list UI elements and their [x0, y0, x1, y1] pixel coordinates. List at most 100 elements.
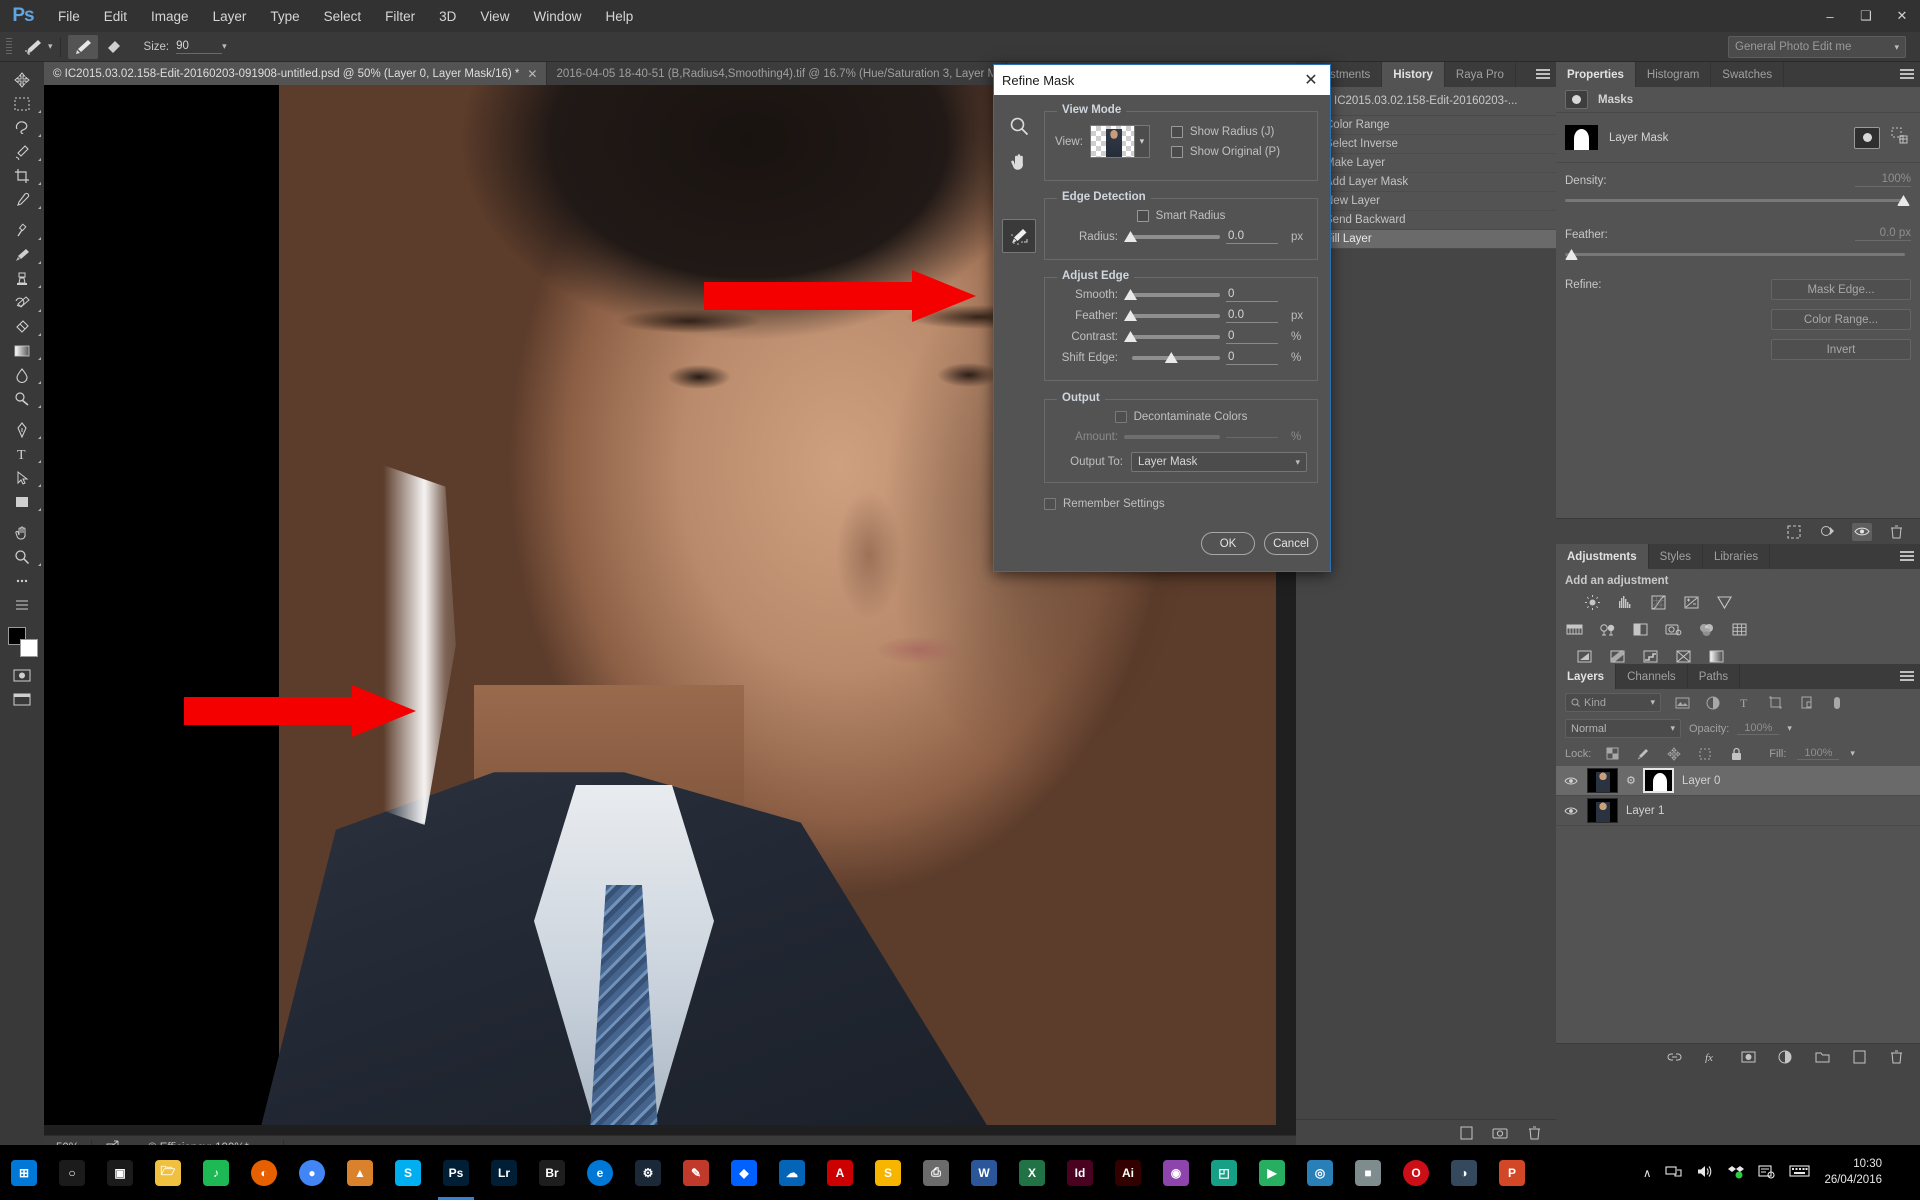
pixel-mask-button[interactable]: [1854, 126, 1880, 149]
radius-slider[interactable]: [1124, 231, 1220, 243]
toggle-mask-visibility-icon[interactable]: [1852, 522, 1872, 541]
load-selection-from-mask-icon[interactable]: [1784, 523, 1804, 541]
curves-icon[interactable]: [1649, 594, 1668, 611]
link-layers-icon[interactable]: [1664, 1048, 1684, 1066]
tab-styles[interactable]: Styles: [1649, 544, 1703, 569]
steam-icon[interactable]: ⚙: [624, 1145, 672, 1200]
fill-value[interactable]: 100%: [1797, 747, 1840, 760]
task-view-icon[interactable]: ▣: [96, 1145, 144, 1200]
dialog-zoom-tool[interactable]: [1002, 109, 1036, 143]
smart-object-filter-icon[interactable]: [1796, 694, 1816, 712]
layer-mask-link-icon[interactable]: ⚙: [1626, 774, 1636, 787]
gradient-tool[interactable]: [0, 339, 44, 363]
brush-size-chevron-icon[interactable]: ▾: [222, 41, 227, 52]
dialog-refine-radius-brush-tool[interactable]: [1002, 219, 1036, 253]
refine-button-invert[interactable]: Invert: [1771, 339, 1911, 360]
document-tab-0[interactable]: © IC2015.03.02.158-Edit-20160203-091908-…: [44, 62, 548, 85]
pen-tool[interactable]: [0, 418, 44, 442]
filter-toggle-icon[interactable]: [1827, 694, 1847, 712]
adjust-edge-value[interactable]: 0: [1226, 330, 1278, 344]
delete-history-state-icon[interactable]: [1524, 1124, 1544, 1142]
decontaminate-colors-checkbox[interactable]: [1114, 411, 1127, 423]
cancel-button[interactable]: Cancel: [1264, 532, 1318, 555]
workspace-preset-dropdown[interactable]: General Photo Edit me ▾: [1728, 36, 1906, 58]
adjustment-filter-icon[interactable]: [1703, 694, 1723, 712]
layer-filter-kind-dropdown[interactable]: Kind ▾: [1565, 693, 1661, 712]
brush-tool[interactable]: [0, 243, 44, 267]
menu-item-help[interactable]: Help: [593, 0, 645, 32]
history-brush-tool[interactable]: [0, 291, 44, 315]
clone-stamp-tool[interactable]: [0, 267, 44, 291]
remember-settings-row[interactable]: Remember Settings: [1044, 498, 1165, 510]
dialog-close-icon[interactable]: ✕: [1300, 70, 1322, 90]
posterize-icon[interactable]: [1608, 648, 1627, 665]
new-adjustment-layer-icon[interactable]: [1775, 1048, 1795, 1066]
decontaminate-colors-checkbox-row[interactable]: Decontaminate Colors: [1114, 411, 1247, 423]
delete-layer-icon[interactable]: [1886, 1048, 1906, 1066]
current-tool-icon[interactable]: [18, 35, 48, 59]
layer-row[interactable]: Layer 1: [1556, 796, 1920, 826]
tool-preset-chevron-icon[interactable]: ▾: [48, 41, 53, 52]
add-mask-icon[interactable]: [1738, 1048, 1758, 1066]
menu-item-view[interactable]: View: [468, 0, 521, 32]
illustrator-icon[interactable]: Ai: [1104, 1145, 1152, 1200]
refine-mask-dialog[interactable]: Refine Mask ✕ View Mode View: ▾ Show Rad…: [993, 64, 1331, 572]
word-icon[interactable]: W: [960, 1145, 1008, 1200]
history-state-row[interactable]: Color Range: [1296, 116, 1556, 135]
menu-item-window[interactable]: Window: [521, 0, 593, 32]
create-snapshot-icon[interactable]: [1490, 1124, 1510, 1142]
lock-artboard-icon[interactable]: [1695, 745, 1715, 763]
printer-icon[interactable]: ⎙: [912, 1145, 960, 1200]
screen-mode-button[interactable]: [0, 687, 44, 711]
layers-panel-menu-icon[interactable]: [1900, 671, 1914, 682]
show-original-checkbox-row[interactable]: Show Original (P): [1170, 145, 1280, 158]
color-swatches[interactable]: [0, 623, 44, 663]
layer-mask-row[interactable]: Layer Mask: [1556, 113, 1920, 163]
show-radius-checkbox-row[interactable]: Show Radius (J): [1170, 125, 1280, 138]
search-icon[interactable]: ○: [48, 1145, 96, 1200]
type-tool[interactable]: T: [0, 442, 44, 466]
blur-tool[interactable]: [0, 363, 44, 387]
indesign-icon[interactable]: Id: [1056, 1145, 1104, 1200]
tab-properties[interactable]: Properties: [1556, 62, 1636, 87]
adjust-edge-value[interactable]: 0: [1226, 351, 1278, 365]
tab-raya-pro[interactable]: Raya Pro: [1445, 62, 1516, 87]
menu-item-layer[interactable]: Layer: [201, 0, 259, 32]
apply-mask-icon[interactable]: [1818, 523, 1838, 541]
erase-refinements-button[interactable]: [98, 35, 128, 59]
maximize-button[interactable]: ❑: [1848, 0, 1884, 32]
app-icon-3[interactable]: ◎: [1296, 1145, 1344, 1200]
layer-visibility-icon[interactable]: [1562, 806, 1579, 816]
adjust-edge-slider[interactable]: [1124, 331, 1220, 343]
lightroom-icon[interactable]: Lr: [480, 1145, 528, 1200]
menu-item-filter[interactable]: Filter: [373, 0, 427, 32]
density-control[interactable]: Density: 100%: [1556, 163, 1920, 211]
lock-transparent-icon[interactable]: [1602, 745, 1622, 763]
history-state-row[interactable]: Add Layer Mask: [1296, 173, 1556, 192]
tab-libraries[interactable]: Libraries: [1703, 544, 1771, 569]
fill-chevron-icon[interactable]: ▾: [1850, 748, 1855, 759]
refine-button-mask-edge[interactable]: Mask Edge...: [1771, 279, 1911, 300]
onedrive-icon[interactable]: ☁: [768, 1145, 816, 1200]
start-icon[interactable]: ⊞: [0, 1145, 48, 1200]
type-filter-icon[interactable]: T: [1734, 694, 1754, 712]
quick-selection-tool[interactable]: [0, 140, 44, 164]
quick-mask-button[interactable]: [0, 663, 44, 687]
app-icon-5[interactable]: ◑: [1440, 1145, 1488, 1200]
smart-radius-checkbox-row[interactable]: Smart Radius: [1136, 210, 1225, 222]
history-state-row[interactable]: Fill Layer: [1296, 230, 1556, 249]
layer-row[interactable]: ⚙ Layer 0: [1556, 766, 1920, 796]
feather-slider[interactable]: [1565, 249, 1911, 263]
exposure-icon[interactable]: [1682, 594, 1701, 611]
path-selection-tool[interactable]: [0, 466, 44, 490]
rectangle-tool[interactable]: [0, 490, 44, 514]
color-lookup-icon[interactable]: [1730, 621, 1749, 638]
create-document-from-state-icon[interactable]: [1456, 1124, 1476, 1142]
dialog-hand-tool[interactable]: [1002, 145, 1036, 179]
opacity-chevron-icon[interactable]: ▾: [1787, 723, 1792, 734]
tab-history[interactable]: History: [1382, 62, 1445, 87]
dodge-tool[interactable]: [0, 387, 44, 411]
app-icon-4[interactable]: ■: [1344, 1145, 1392, 1200]
menu-item-select[interactable]: Select: [312, 0, 374, 32]
eyedropper-tool[interactable]: [0, 188, 44, 212]
